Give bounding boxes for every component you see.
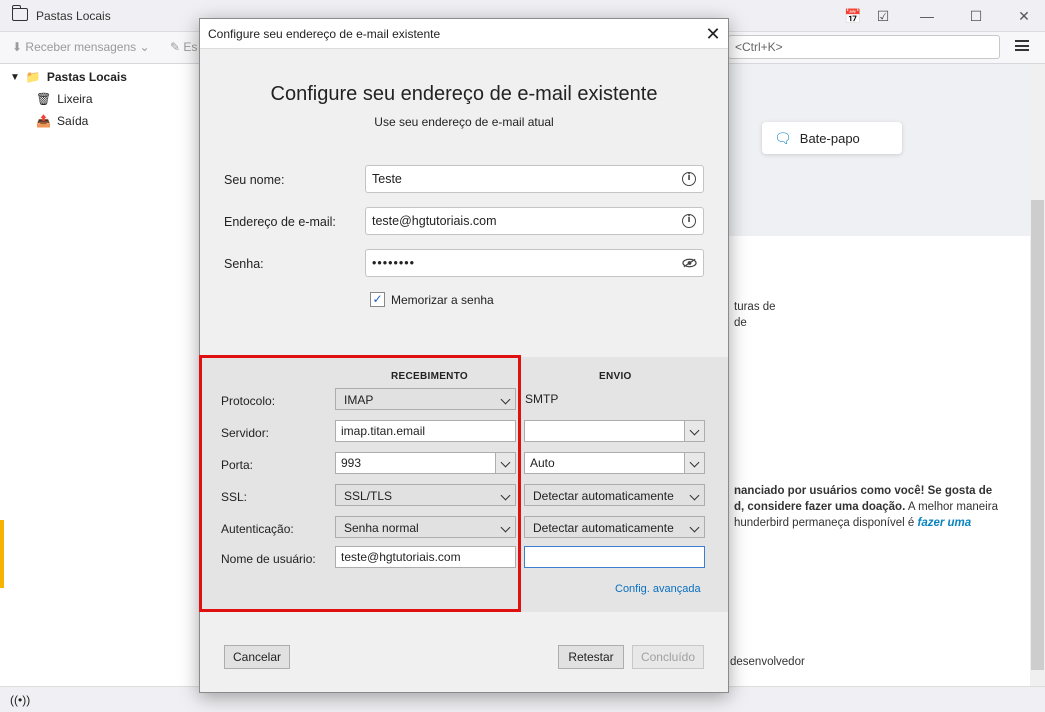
hamburger-menu-icon[interactable]: [1015, 40, 1029, 51]
outbox-icon: 📤: [36, 114, 51, 128]
done-button-label: Concluído: [640, 650, 696, 664]
write-label: Es: [183, 40, 198, 54]
close-window-button[interactable]: ✕: [1014, 6, 1034, 26]
remember-password-label: Memorizar a senha: [391, 293, 494, 307]
folder-item-outbox[interactable]: 📤 Saída: [36, 111, 88, 131]
email-label: Endereço de e-mail:: [224, 215, 336, 229]
outgoing-port-combo[interactable]: Auto: [524, 452, 705, 474]
password-label: Senha:: [224, 257, 264, 271]
chevron-down-icon: [689, 522, 700, 533]
outgoing-port-dropdown[interactable]: [684, 453, 704, 473]
email-field[interactable]: [365, 207, 704, 235]
done-button[interactable]: Concluído: [632, 645, 704, 669]
highlight-box: [199, 355, 521, 612]
left-accent-strip: [0, 520, 4, 588]
folder-label: Lixeira: [57, 92, 93, 106]
remember-password-checkbox[interactable]: ✓: [370, 292, 385, 307]
advanced-config-link[interactable]: Config. avançada: [615, 583, 701, 595]
outgoing-protocol-value: SMTP: [525, 392, 559, 406]
online-status-icon[interactable]: ((•)): [10, 693, 30, 707]
outgoing-port-value: Auto: [530, 456, 555, 470]
folder-icon: 📁: [25, 70, 41, 84]
trash-icon: 🗑: [36, 92, 52, 106]
bg-donation-text: nanciado por usuários como você! Se gost…: [734, 485, 993, 497]
dialog-window-title: Configure seu endereço de e-mail existen…: [208, 27, 441, 41]
outgoing-ssl-select[interactable]: Detectar automaticamente: [524, 484, 705, 506]
folder-icon: [12, 5, 28, 21]
donation-link[interactable]: fazer uma: [917, 517, 971, 529]
minimize-button[interactable]: —: [917, 6, 937, 26]
retest-button-label: Retestar: [568, 650, 614, 664]
account-setup-dialog: Configure seu endereço de e-mail existen…: [199, 18, 729, 693]
folder-pane: ▼ 📁 Pastas Locais 🗑 Lixeira 📤 Saída: [0, 64, 200, 686]
outgoing-header: ENVIO: [599, 371, 632, 382]
info-icon[interactable]: i: [682, 214, 696, 228]
name-label: Seu nome:: [224, 173, 285, 187]
chevron-down-icon: [689, 457, 700, 468]
cancel-button-label: Cancelar: [232, 650, 282, 664]
write-button[interactable]: ✎ Es: [170, 40, 197, 54]
bg-text-line: de: [734, 317, 747, 329]
dialog-heading: Configure seu endereço de e-mail existen…: [270, 83, 658, 105]
dialog-titlebar: Configure seu endereço de e-mail existen…: [200, 19, 728, 49]
download-icon: ⬇: [12, 40, 23, 54]
bg-donation-line3: hunderbird permaneça disponível é fazer …: [734, 517, 971, 529]
password-field[interactable]: [365, 249, 704, 277]
bg-donation-line2: d, considere fazer uma doação. A melhor …: [734, 501, 998, 513]
close-icon[interactable]: ✕: [702, 23, 724, 45]
info-icon[interactable]: i: [682, 172, 696, 186]
folder-label: Saída: [56, 114, 89, 128]
chevron-down-icon: [689, 490, 700, 501]
bg-donation-text3: hunderbird permaneça disponível é: [734, 517, 918, 529]
calendar-icon[interactable]: 📅: [843, 6, 863, 26]
name-field[interactable]: [365, 165, 704, 193]
outgoing-server-dropdown[interactable]: [684, 421, 704, 441]
scrollbar-thumb[interactable]: [1031, 200, 1044, 670]
chat-card[interactable]: 🗨 Bate-papo: [762, 122, 902, 154]
outgoing-auth-select[interactable]: Detectar automaticamente: [524, 516, 705, 538]
search-input[interactable]: <Ctrl+K>: [728, 35, 1000, 59]
bg-text-line: turas de: [734, 301, 776, 313]
retest-button[interactable]: Retestar: [558, 645, 624, 669]
folder-item-local[interactable]: ▼ 📁 Pastas Locais: [10, 67, 127, 87]
bg-donation-rest: A melhor maneira: [905, 501, 998, 513]
chevron-down-icon[interactable]: ▼: [10, 72, 20, 83]
cancel-button[interactable]: Cancelar: [224, 645, 290, 669]
receive-messages-button[interactable]: ⬇ Receber mensagens ⌄: [12, 40, 150, 54]
app-title: Pastas Locais: [36, 9, 111, 23]
chevron-down-icon: [689, 425, 700, 436]
pencil-icon: ✎: [170, 40, 181, 54]
chat-card-label: Bate-papo: [799, 130, 860, 146]
folder-item-trash[interactable]: 🗑 Lixeira: [36, 89, 93, 109]
bg-donation-bold: d, considere fazer uma doação.: [734, 501, 906, 513]
dialog-subheading: Use seu endereço de e-mail atual: [374, 115, 554, 129]
bg-developer-text: desenvolvedor: [730, 656, 805, 668]
chevron-down-icon[interactable]: ⌄: [139, 40, 149, 54]
search-placeholder: <Ctrl+K>: [735, 40, 783, 54]
outgoing-server-combo[interactable]: [524, 420, 705, 442]
tasks-icon[interactable]: ☑: [873, 6, 893, 26]
outgoing-auth-value: Detectar automaticamente: [533, 521, 674, 535]
eye-hidden-icon[interactable]: [682, 258, 697, 268]
receive-messages-label: Receber mensagens: [25, 40, 137, 54]
folder-label: Pastas Locais: [46, 70, 127, 84]
chat-icon: 🗨: [774, 129, 792, 146]
outgoing-username-input[interactable]: [524, 546, 705, 568]
maximize-button[interactable]: ☐: [966, 6, 986, 26]
outgoing-ssl-value: Detectar automaticamente: [533, 489, 674, 503]
